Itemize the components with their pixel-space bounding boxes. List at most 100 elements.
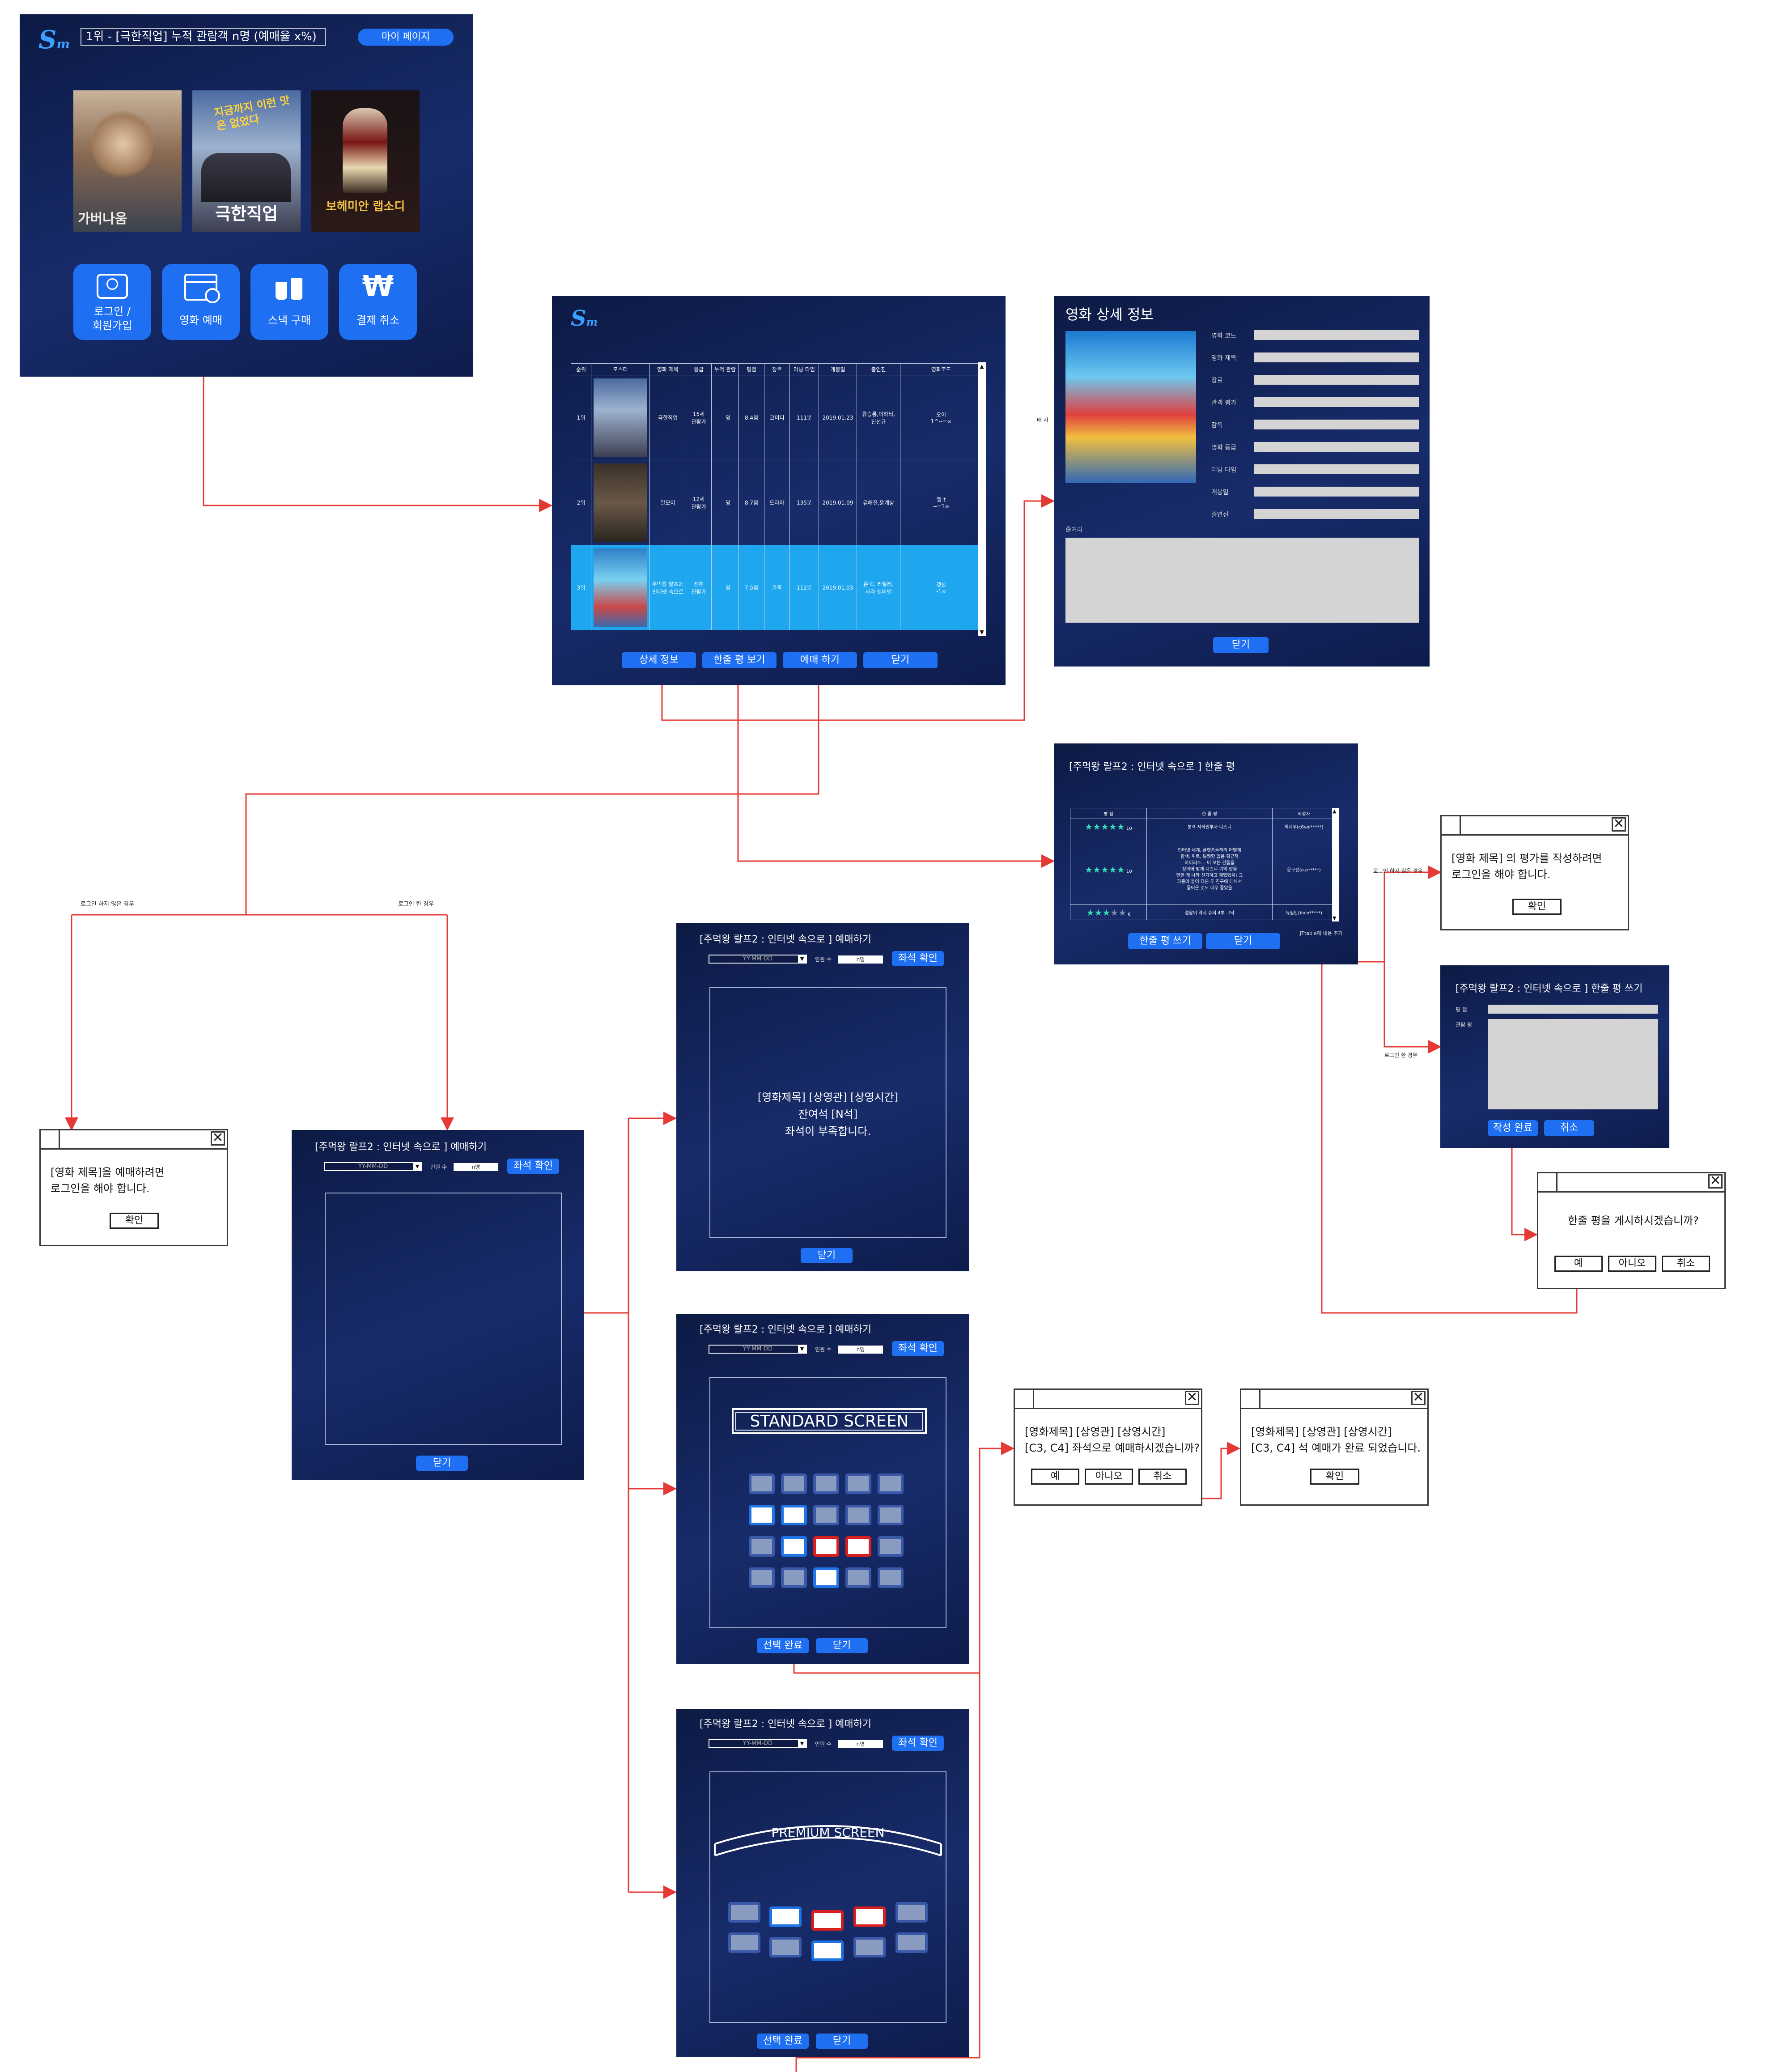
seat[interactable] xyxy=(781,1567,807,1588)
table-scrollbar[interactable]: ▲ ▼ xyxy=(978,362,986,636)
seat[interactable] xyxy=(878,1505,904,1525)
seat[interactable] xyxy=(781,1536,807,1557)
poster-extreme-job[interactable]: 지금까지 이런 맛은 없었다 극한직업 xyxy=(192,90,301,232)
submit-button[interactable]: 작성 완료 xyxy=(1488,1120,1538,1136)
scroll-up-icon[interactable]: ▲ xyxy=(979,363,985,369)
seat[interactable] xyxy=(845,1567,871,1588)
seat[interactable] xyxy=(749,1473,775,1494)
seat[interactable] xyxy=(853,1906,886,1927)
seat[interactable] xyxy=(853,1937,886,1957)
date-select[interactable]: YY-MM-DD ▼ xyxy=(324,1162,422,1171)
close-button[interactable]: 닫기 xyxy=(816,1638,868,1653)
seat[interactable] xyxy=(878,1567,904,1588)
review-textarea[interactable] xyxy=(1488,1019,1658,1109)
table-row[interactable]: ★★★★★ 10 분격 저작권부자 디즈니 최지우(c8vol*****) xyxy=(1070,819,1336,834)
close-button[interactable]: 닫기 xyxy=(863,652,938,668)
seat[interactable] xyxy=(813,1536,839,1557)
close-icon[interactable]: ✕ xyxy=(1612,817,1626,832)
score-input[interactable] xyxy=(1488,1005,1658,1014)
scroll-down-icon[interactable]: ▼ xyxy=(1333,915,1336,921)
seat[interactable] xyxy=(781,1473,807,1494)
poster-capernaum[interactable]: 가버나움 xyxy=(73,90,182,232)
seat[interactable] xyxy=(813,1505,839,1525)
snack-drink-icon xyxy=(276,276,303,301)
review-view-button[interactable]: 한줄 평 보기 xyxy=(702,652,777,668)
no-button[interactable]: 아니오 xyxy=(1608,1256,1656,1272)
close-icon[interactable]: ✕ xyxy=(1708,1174,1723,1189)
close-button[interactable]: 닫기 xyxy=(801,1248,853,1263)
seat[interactable] xyxy=(813,1473,839,1494)
ok-button[interactable]: 확인 xyxy=(110,1213,159,1229)
seat[interactable] xyxy=(749,1567,775,1588)
table-row[interactable]: 2위 말모이 12세 관람가 ---명 8.7점 드라마 135분 2019.0… xyxy=(571,460,982,545)
write-review-screen: [주먹왕 랄프2 : 인터넷 속으로 ] 한줄 평 쓰기 평 점 관람 평 작성… xyxy=(1440,965,1669,1148)
cancel-button[interactable]: 취소 xyxy=(1138,1469,1187,1485)
seat[interactable] xyxy=(749,1505,775,1525)
table-row[interactable]: ★★★★★ 10 인터넷 세계, 플랫폼들끼리 어떻게 탐색, 위트, 통쾌함 … xyxy=(1070,834,1336,905)
seat[interactable] xyxy=(895,1902,928,1923)
count-input[interactable]: n명 xyxy=(454,1163,498,1171)
snack-purchase-button[interactable]: 스낵 구매 xyxy=(250,264,328,340)
seat[interactable] xyxy=(878,1536,904,1557)
count-input[interactable]: n명 xyxy=(838,1346,883,1354)
ranking-banner[interactable]: 1위 - [극한직업] 누적 관람객 n명 (예매율 x%) xyxy=(81,28,326,46)
payment-cancel-button[interactable]: ₩ 결제 취소 xyxy=(339,264,417,340)
seat[interactable] xyxy=(895,1932,928,1953)
no-button[interactable]: 아니오 xyxy=(1085,1469,1133,1485)
seat[interactable] xyxy=(781,1505,807,1525)
date-select[interactable]: YY-MM-DD ▼ xyxy=(709,955,807,964)
count-input[interactable]: n명 xyxy=(838,955,883,964)
field-label: 러닝 타임 xyxy=(1211,467,1236,474)
close-icon[interactable]: ✕ xyxy=(1411,1391,1426,1405)
close-button[interactable]: 닫기 xyxy=(816,2034,868,2049)
mypage-button[interactable]: 마이 페이지 xyxy=(358,29,454,46)
count-label: 인원 수 xyxy=(815,956,832,963)
seat[interactable] xyxy=(845,1473,871,1494)
seat-check-button[interactable]: 좌석 확인 xyxy=(892,1341,944,1356)
poster-bohemian-rhapsody[interactable]: 보헤미안 랩소디 xyxy=(311,90,420,232)
ok-button[interactable]: 확인 xyxy=(1512,899,1562,915)
seat[interactable] xyxy=(813,1567,839,1588)
login-signup-button[interactable]: 로그인 / 회원가입 xyxy=(73,264,151,340)
cancel-button[interactable]: 취소 xyxy=(1544,1120,1594,1136)
seat[interactable] xyxy=(769,1937,802,1957)
seat[interactable] xyxy=(769,1906,802,1927)
scroll-down-icon[interactable]: ▼ xyxy=(979,629,985,635)
close-icon[interactable]: ✕ xyxy=(1185,1391,1199,1405)
booking-button[interactable]: 예매 하기 xyxy=(783,652,857,668)
count-input[interactable]: n명 xyxy=(838,1740,883,1748)
chevron-down-icon: ▼ xyxy=(413,1163,421,1170)
cancel-button[interactable]: 취소 xyxy=(1662,1256,1710,1272)
seat[interactable] xyxy=(728,1932,760,1953)
seat[interactable] xyxy=(845,1536,871,1557)
close-icon[interactable]: ✕ xyxy=(211,1131,225,1146)
yes-button[interactable]: 예 xyxy=(1554,1256,1603,1272)
seat-check-button[interactable]: 좌석 확인 xyxy=(892,1736,944,1751)
table-row-selected[interactable]: 3위 주먹왕 랄프2: 인터넷 속으로 전체 관람가 ---명 7.5점 가족 … xyxy=(571,545,982,630)
seat[interactable] xyxy=(845,1505,871,1525)
write-review-button[interactable]: 한줄 평 쓰기 xyxy=(1128,933,1202,949)
date-select[interactable]: YY-MM-DD ▼ xyxy=(709,1345,807,1354)
close-button[interactable]: 닫기 xyxy=(416,1456,468,1471)
scroll-up-icon[interactable]: ▲ xyxy=(1333,808,1336,814)
table-row[interactable]: 1위 극한직업 15세 관람가 ---명 8.4점 코미디 111분 2019.… xyxy=(571,375,982,460)
seat[interactable] xyxy=(749,1536,775,1557)
seat-check-button[interactable]: 좌석 확인 xyxy=(892,951,944,966)
review-scrollbar[interactable]: ▲ ▼ xyxy=(1332,808,1339,921)
seat[interactable] xyxy=(811,1940,844,1961)
detail-button[interactable]: 상세 정보 xyxy=(622,652,696,668)
seat[interactable] xyxy=(811,1910,844,1931)
movie-booking-button[interactable]: 영화 예매 xyxy=(162,264,240,340)
close-button[interactable]: 닫기 xyxy=(1213,637,1269,653)
seat-check-button[interactable]: 좌석 확인 xyxy=(507,1159,559,1174)
select-done-button[interactable]: 선택 완료 xyxy=(757,1638,809,1653)
table-row[interactable]: ★★★★★ 6 결말이 약지 슈퍼 4부 그닥 뉴일만(bolo*****) xyxy=(1070,904,1336,920)
ok-button[interactable]: 확인 xyxy=(1310,1469,1359,1485)
date-select[interactable]: YY-MM-DD ▼ xyxy=(709,1739,807,1748)
seat[interactable] xyxy=(878,1473,904,1494)
close-button[interactable]: 닫기 xyxy=(1206,933,1280,949)
yes-button[interactable]: 예 xyxy=(1031,1469,1079,1485)
seat[interactable] xyxy=(728,1902,760,1923)
select-done-button[interactable]: 선택 완료 xyxy=(757,2034,809,2049)
field-label: 영화 코드 xyxy=(1211,332,1236,340)
